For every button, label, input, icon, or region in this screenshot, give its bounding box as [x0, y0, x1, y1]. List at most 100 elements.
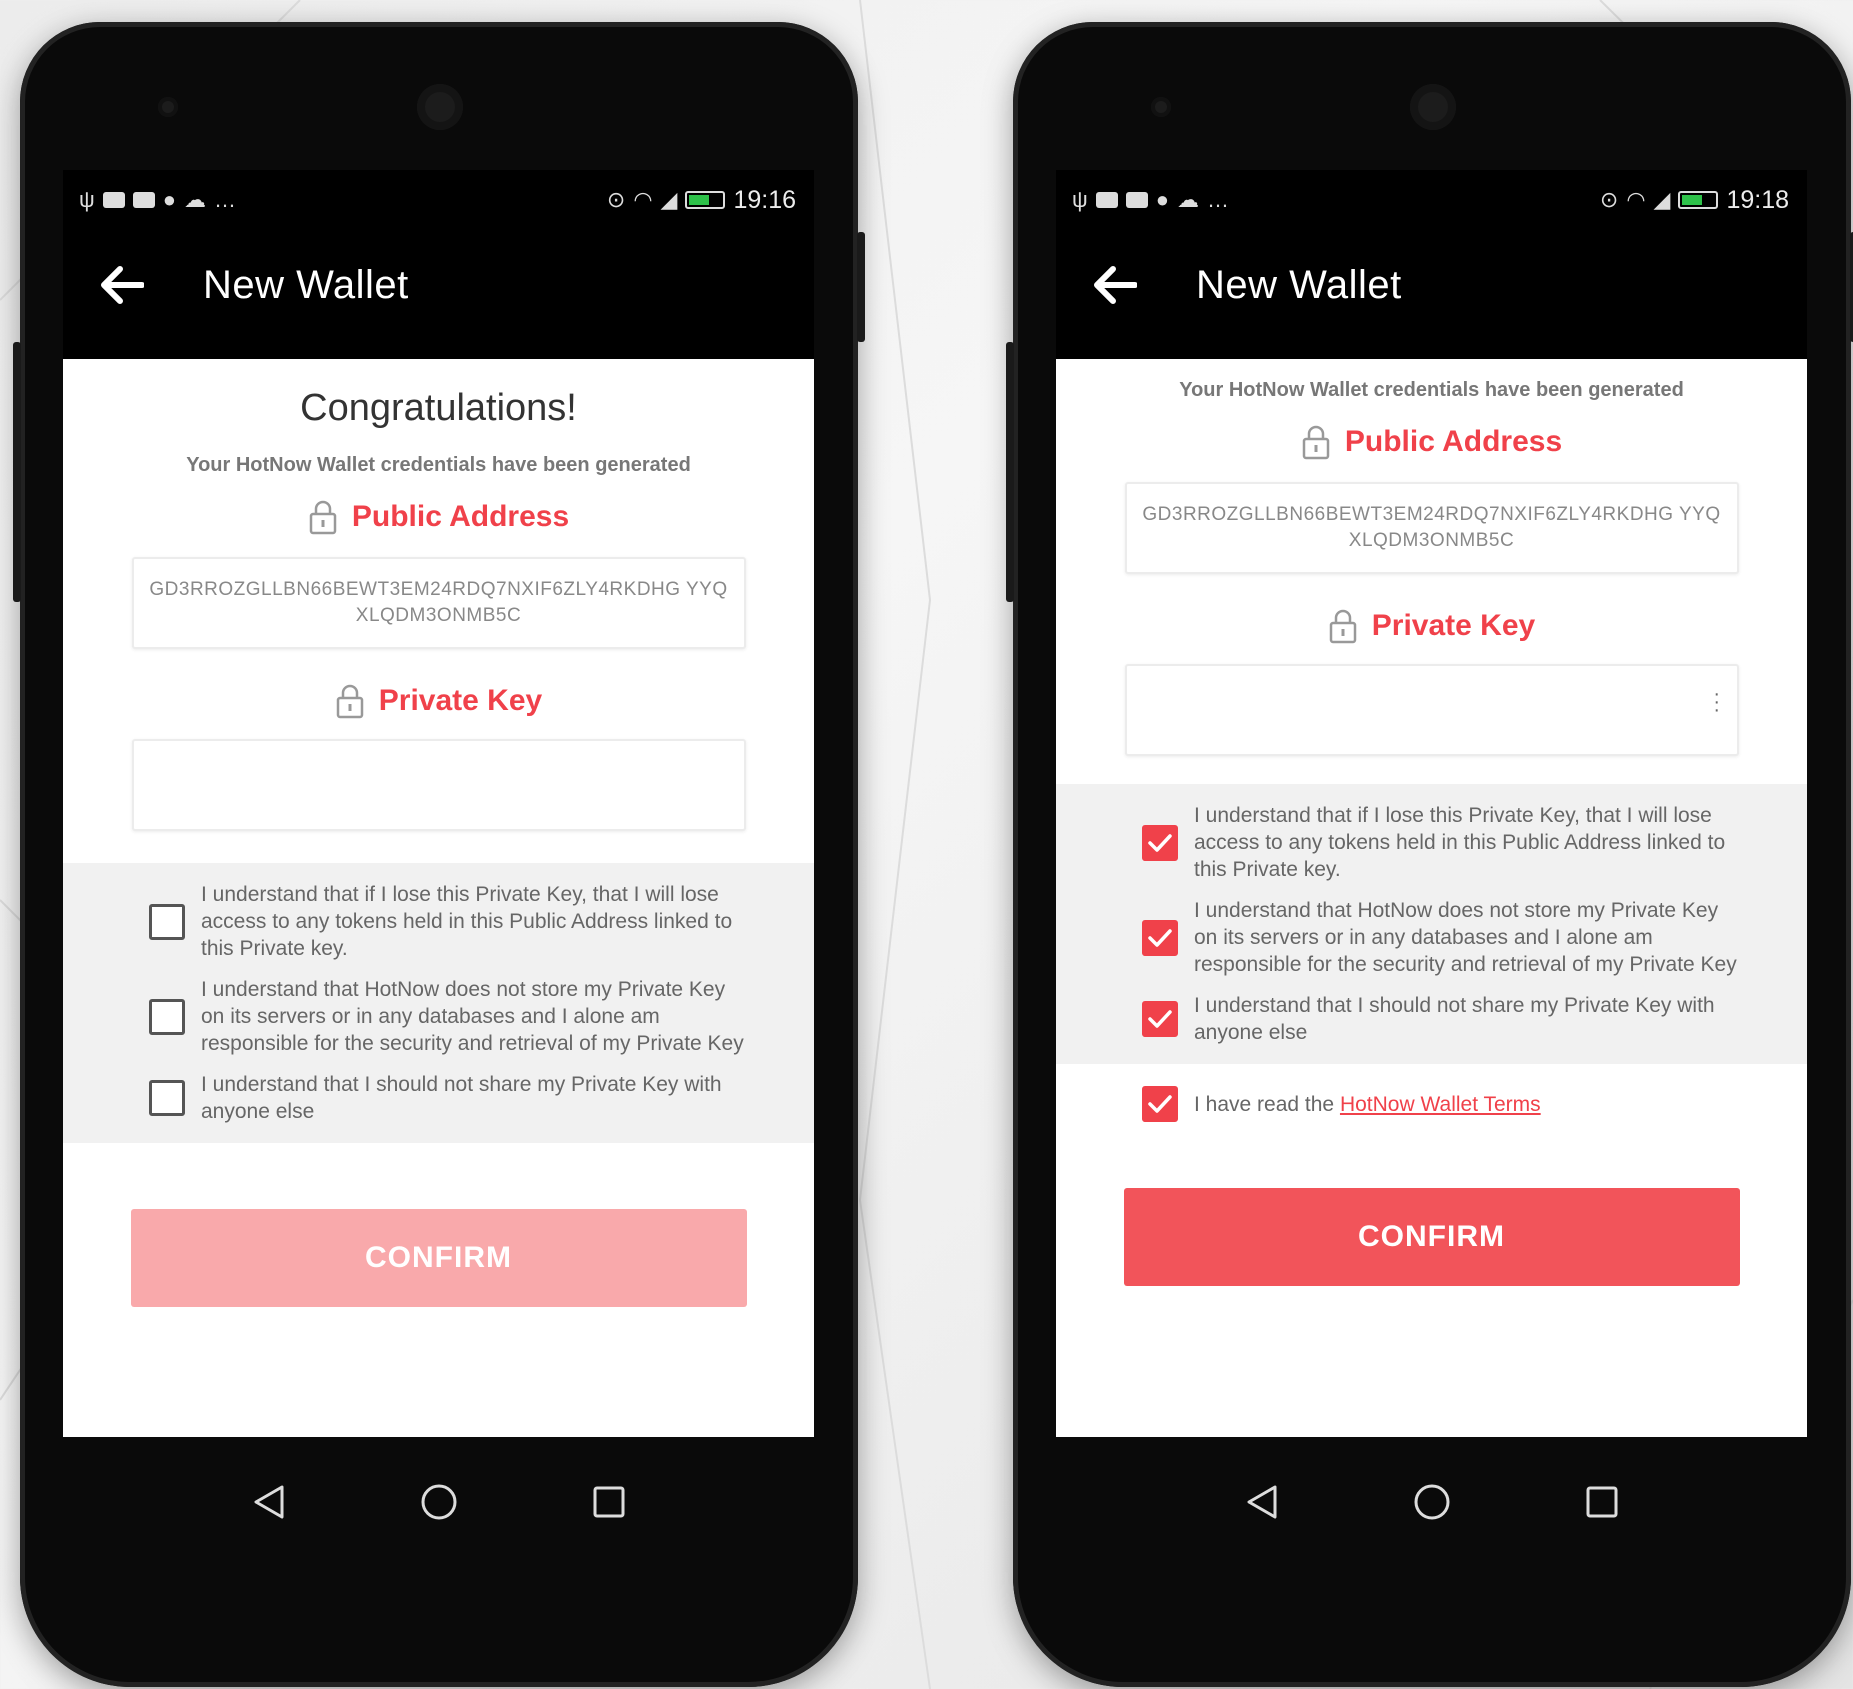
phone-right: ψ ● ☁ … ⊙ ◠ ◢ 19:18 New Wallet Your HotN…	[1006, 22, 1853, 1687]
signal-icon: ◢	[1653, 187, 1671, 212]
location-icon: ⊙	[606, 187, 626, 212]
volume-button	[13, 342, 21, 602]
public-address-heading: Public Address	[1056, 424, 1807, 460]
public-address-label: Public Address	[351, 500, 570, 533]
image-icon	[102, 192, 125, 208]
sensor	[158, 97, 178, 117]
status-bar: ψ ● ☁ … ⊙ ◠ ◢ 19:16	[63, 170, 814, 230]
more-vert-icon[interactable]: · · ·	[1713, 684, 1720, 720]
toolbar-title: New Wallet	[1196, 262, 1402, 307]
usb-icon: ψ	[1072, 187, 1088, 212]
front-camera	[417, 84, 463, 130]
back-arrow-icon[interactable]	[91, 255, 151, 315]
private-key-label: Private Key	[1371, 609, 1536, 642]
sensor	[1151, 97, 1171, 117]
youtube-icon	[132, 192, 155, 208]
status-bar: ψ ● ☁ … ⊙ ◠ ◢ 19:18	[1056, 170, 1807, 230]
subtitle: Your HotNow Wallet credentials have been…	[1179, 379, 1684, 401]
chat-icon: ●	[1155, 187, 1169, 212]
app-toolbar: New Wallet	[1056, 230, 1807, 340]
private-key-heading: Private Key	[1056, 608, 1807, 644]
phone-left: ψ ● ☁ … ⊙ ◠ ◢ 19:16 New Wallet Congratul…	[13, 22, 865, 1687]
private-key-field[interactable]	[131, 739, 746, 831]
confirm-button[interactable]: CONFIRM	[1123, 1188, 1740, 1286]
image-icon	[1095, 192, 1118, 208]
android-nav-bar	[63, 1437, 814, 1567]
power-button	[857, 232, 865, 342]
acknowledgements: I understand that if I lose this Private…	[1056, 784, 1807, 1064]
lock-icon	[1302, 425, 1330, 460]
screen: ψ ● ☁ … ⊙ ◠ ◢ 19:16 New Wallet Congratul…	[63, 170, 814, 1520]
chat-icon: ●	[162, 187, 176, 212]
wifi-icon: ◠	[1626, 187, 1646, 212]
subtitle: Your HotNow Wallet credentials have been…	[186, 454, 691, 476]
public-address-label: Public Address	[1344, 425, 1563, 458]
home-circle-icon[interactable]	[409, 1472, 469, 1532]
youtube-icon	[1125, 192, 1148, 208]
status-time: 19:18	[1726, 185, 1789, 214]
terms-text: I have read the HotNow Wallet Terms	[1194, 1091, 1541, 1118]
checkbox-checked[interactable]	[1142, 824, 1178, 861]
private-key-label: Private Key	[378, 684, 543, 717]
back-arrow-icon[interactable]	[1084, 255, 1144, 315]
checkmark-icon	[1148, 1095, 1172, 1113]
terms-prefix: I have read the	[1194, 1092, 1335, 1116]
check-row[interactable]: I understand that if I lose this Private…	[149, 881, 754, 962]
checkmark-icon	[1148, 928, 1172, 947]
back-triangle-icon[interactable]	[239, 1472, 299, 1532]
lock-icon	[1329, 609, 1357, 644]
check-row[interactable]: I understand that HotNow does not store …	[1142, 897, 1747, 978]
front-camera	[1410, 84, 1456, 130]
home-circle-icon[interactable]	[1402, 1472, 1462, 1532]
battery-icon	[685, 191, 726, 209]
recents-square-icon[interactable]	[579, 1472, 639, 1532]
check-text: I understand that HotNow does not store …	[1194, 899, 1737, 976]
android-nav-bar	[1056, 1437, 1807, 1567]
checkbox[interactable]	[149, 903, 185, 940]
checkbox[interactable]	[149, 1080, 185, 1116]
more-icon: …	[213, 187, 236, 212]
more-icon: …	[1206, 187, 1229, 212]
terms-row[interactable]: I have read the HotNow Wallet Terms	[1056, 1086, 1807, 1122]
checkmark-icon	[1148, 1010, 1172, 1028]
wallet-content: Congratulations! Your HotNow Wallet cred…	[63, 359, 814, 1437]
public-address-field[interactable]: GD3RROZGLLBN66BEWT3EM24RDQ7NXIF6ZLY4RKDH…	[131, 557, 746, 649]
confirm-button[interactable]: CONFIRM	[130, 1209, 747, 1307]
cloud-icon: ☁	[183, 187, 206, 212]
location-icon: ⊙	[1599, 187, 1619, 212]
congrats-heading: Congratulations!	[300, 387, 577, 429]
check-text: I understand that if I lose this Private…	[1194, 804, 1726, 881]
lock-icon	[336, 684, 364, 719]
check-text: I understand that I should not share my …	[1194, 994, 1715, 1044]
signal-icon: ◢	[660, 187, 678, 212]
status-time: 19:16	[733, 185, 796, 214]
check-row[interactable]: I understand that HotNow does not store …	[149, 976, 754, 1057]
wallet-content: Your HotNow Wallet credentials have been…	[1056, 359, 1807, 1437]
acknowledgements: I understand that if I lose this Private…	[63, 863, 814, 1143]
toolbar-title: New Wallet	[203, 262, 409, 307]
checkbox-checked[interactable]	[1142, 919, 1178, 956]
screen: ψ ● ☁ … ⊙ ◠ ◢ 19:18 New Wallet Your HotN…	[1056, 170, 1807, 1520]
cloud-icon: ☁	[1176, 187, 1199, 212]
checkbox[interactable]	[149, 998, 185, 1035]
terms-link[interactable]: HotNow Wallet Terms	[1340, 1093, 1541, 1116]
back-triangle-icon[interactable]	[1232, 1472, 1292, 1532]
check-row[interactable]: I understand that if I lose this Private…	[1142, 802, 1747, 883]
wifi-icon: ◠	[633, 187, 653, 212]
checkmark-icon	[1148, 833, 1172, 852]
check-text: I understand that HotNow does not store …	[201, 978, 744, 1055]
public-address-field[interactable]: GD3RROZGLLBN66BEWT3EM24RDQ7NXIF6ZLY4RKDH…	[1124, 482, 1739, 574]
private-key-heading: Private Key	[63, 683, 814, 719]
public-address-heading: Public Address	[63, 499, 814, 535]
check-row[interactable]: I understand that I should not share my …	[1142, 992, 1747, 1046]
app-toolbar: New Wallet	[63, 230, 814, 340]
lock-icon	[309, 500, 337, 535]
battery-icon	[1678, 191, 1719, 209]
checkbox-checked[interactable]	[1142, 1086, 1178, 1122]
recents-square-icon[interactable]	[1572, 1472, 1632, 1532]
check-row[interactable]: I understand that I should not share my …	[149, 1071, 754, 1125]
private-key-field[interactable]: · · ·	[1124, 664, 1739, 756]
checkbox-checked[interactable]	[1142, 1001, 1178, 1037]
check-text: I understand that I should not share my …	[201, 1073, 722, 1123]
usb-icon: ψ	[79, 187, 95, 212]
